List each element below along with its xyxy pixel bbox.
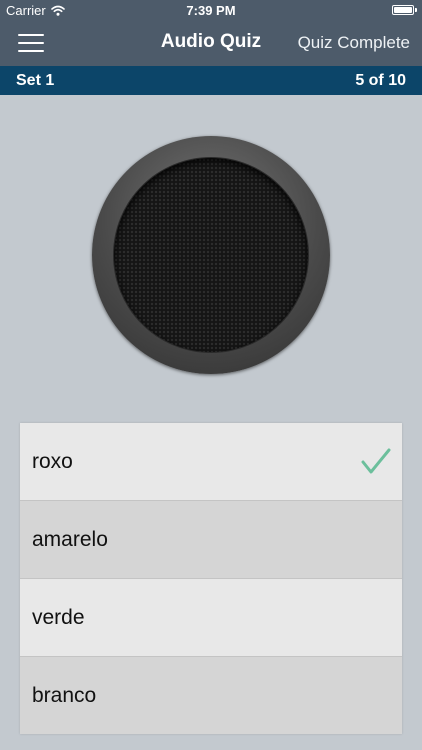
answer-label: roxo — [32, 450, 73, 473]
answer-option-branco[interactable]: branco — [20, 657, 402, 734]
battery-icon — [392, 5, 417, 15]
answer-list: roxo amarelo verde branco — [20, 423, 402, 734]
checkmark-icon — [361, 448, 391, 474]
answer-option-amarelo[interactable]: amarelo — [20, 501, 402, 579]
speaker-grille — [114, 158, 308, 352]
status-time: 7:39 PM — [186, 3, 236, 18]
quiz-complete-button[interactable]: Quiz Complete — [298, 33, 410, 53]
navigation-bar: Carrier 7:39 PM Audio Quiz Quiz Complete — [0, 0, 422, 66]
answer-label: verde — [32, 606, 85, 629]
answer-option-verde[interactable]: verde — [20, 579, 402, 657]
speaker-icon[interactable] — [92, 136, 330, 374]
status-bar: Carrier 7:39 PM — [0, 0, 422, 20]
answer-label: amarelo — [32, 528, 108, 551]
set-progress-bar: Set 1 5 of 10 — [0, 66, 422, 95]
answer-label: branco — [32, 684, 97, 707]
answer-option-roxo[interactable]: roxo — [20, 423, 402, 501]
set-label: Set 1 — [16, 72, 55, 89]
question-progress: 5 of 10 — [355, 72, 406, 89]
